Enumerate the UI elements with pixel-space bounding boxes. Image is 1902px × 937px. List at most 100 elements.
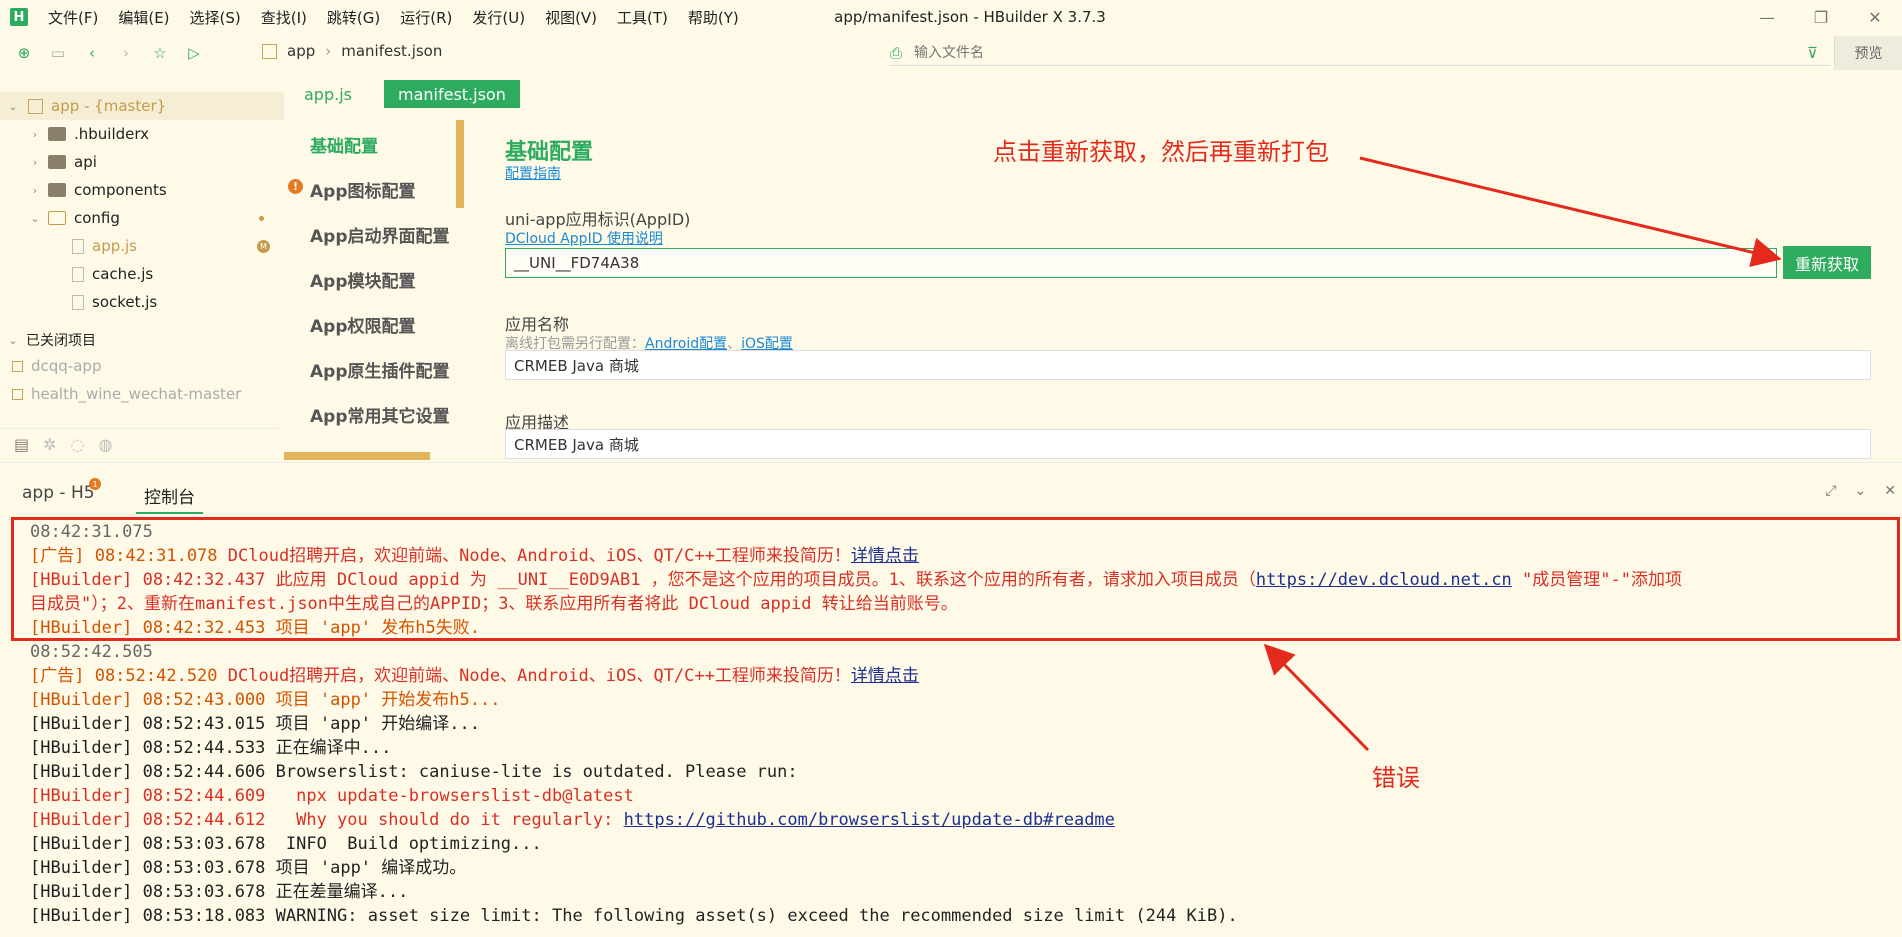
console-line: [HBuilder] 08:53:18.083 WARNING: asset s… xyxy=(30,904,1900,928)
menu-help[interactable]: 帮助(Y) xyxy=(688,7,739,28)
forward-icon[interactable]: › xyxy=(116,43,136,63)
nav-basic[interactable]: 基础配置 xyxy=(310,132,378,157)
chevron-right-icon: › xyxy=(325,42,332,60)
console-text: [广告] 08:52:42.520 xyxy=(30,666,228,686)
file-search-icon: ⎙ xyxy=(890,43,903,62)
tree-label: components xyxy=(74,181,167,199)
console-line: [HBuilder] 08:52:43.000 项目 'app' 开始发布h5.… xyxy=(30,688,1900,712)
closed-project-item[interactable]: dcqq-app xyxy=(0,352,284,380)
console-text: [HBuilder] 08:53:03.678 INFO Build optim… xyxy=(30,834,542,854)
console-text: [HBuilder] 08:52:44.533 正在编译中... xyxy=(30,738,392,758)
nav-native-plugins[interactable]: App原生插件配置 xyxy=(310,357,450,382)
new-file-icon[interactable]: ⊕ xyxy=(14,43,34,63)
menu-run[interactable]: 运行(R) xyxy=(400,7,452,28)
chevron-down-icon[interactable]: ⌄ xyxy=(6,100,20,113)
tab-app-js[interactable]: app.js xyxy=(290,80,366,108)
project-icon xyxy=(28,98,43,114)
console-link[interactable]: 详情点击 xyxy=(851,666,919,686)
appid-label: uni-app应用标识(AppID) xyxy=(505,210,691,229)
back-icon[interactable]: ‹ xyxy=(82,43,102,63)
menu-find[interactable]: 查找(I) xyxy=(261,7,307,28)
run-icon[interactable]: ▷ xyxy=(184,43,204,63)
modified-dot-icon xyxy=(259,215,264,221)
guide-link[interactable]: 配置指南 xyxy=(505,163,561,183)
tree-item-socket-js[interactable]: socket.js xyxy=(0,288,284,316)
file-icon xyxy=(72,238,84,254)
nav-app-icon[interactable]: App图标配置 xyxy=(310,177,416,202)
menu-tools[interactable]: 工具(T) xyxy=(617,7,668,28)
menu-goto[interactable]: 跳转(G) xyxy=(327,7,380,28)
nav-permissions[interactable]: App权限配置 xyxy=(310,312,416,337)
save-icon[interactable]: ▭ xyxy=(48,43,68,63)
console-link[interactable]: https://github.com/browserslist/update-d… xyxy=(624,810,1115,830)
refetch-appid-button[interactable]: 重新获取 xyxy=(1783,246,1871,279)
tree-label: dcqq-app xyxy=(31,357,102,375)
console-controls: ⤢ ⌄ ✕ xyxy=(1807,483,1896,499)
tree-item-api[interactable]: › api xyxy=(0,148,284,176)
app-name-field[interactable]: CRMEB Java 商城 xyxy=(505,350,1871,380)
console-text: DCloud招聘开启，欢迎前端、Node、Android、iOS、QT/C++工… xyxy=(227,666,851,686)
nav-other-settings[interactable]: App常用其它设置 xyxy=(310,402,450,427)
tree-item-app-js[interactable]: app.js M xyxy=(0,232,284,260)
closed-projects-header[interactable]: ⌄ 已关闭项目 xyxy=(0,326,284,354)
chevron-right-icon[interactable]: › xyxy=(28,156,42,169)
plugin-icon[interactable]: ◌ xyxy=(71,435,85,454)
nav-splash[interactable]: App启动界面配置 xyxy=(310,222,450,247)
tree-label: health_wine_wechat-master xyxy=(31,385,242,403)
chevron-down-icon[interactable]: ⌄ xyxy=(6,334,20,347)
console-line: [HBuilder] 08:53:03.678 项目 'app' 编译成功。 xyxy=(30,856,1900,880)
minimize-icon[interactable]: — xyxy=(1740,0,1794,34)
debug-icon[interactable]: ✲ xyxy=(43,435,56,454)
menu-select[interactable]: 选择(S) xyxy=(190,7,241,28)
maximize-panel-icon[interactable]: ⤢ xyxy=(1825,483,1836,499)
tab-app-h5[interactable]: app - H5 xyxy=(22,483,95,503)
console-text: 08:52:42.505 xyxy=(30,642,153,662)
console-text: [HBuilder] 08:53:03.678 正在差量编译... xyxy=(30,882,409,902)
app-desc-field[interactable]: CRMEB Java 商城 xyxy=(505,429,1871,459)
preview-button[interactable]: 预览 xyxy=(1834,36,1902,70)
tree-item-components[interactable]: › components xyxy=(0,176,284,204)
tree-label: api xyxy=(74,153,97,171)
file-search: ⎙ ⊽ xyxy=(890,40,1830,66)
maximize-icon[interactable]: ❐ xyxy=(1794,0,1848,34)
menu-publish[interactable]: 发行(U) xyxy=(472,7,525,28)
menu-file[interactable]: 文件(F) xyxy=(48,7,98,28)
close-icon[interactable]: ✕ xyxy=(1848,0,1902,34)
tree-label: app - {master} xyxy=(51,97,167,115)
tab-console[interactable]: 控制台 xyxy=(136,483,203,514)
app-name-label: 应用名称 xyxy=(505,315,570,334)
chevron-right-icon[interactable]: › xyxy=(28,128,42,141)
window-controls: — ❐ ✕ xyxy=(1740,0,1902,34)
breadcrumb-app[interactable]: app xyxy=(287,42,315,60)
appid-help-link[interactable]: DCloud AppID 使用说明 xyxy=(505,228,663,248)
tab-manifest-json[interactable]: manifest.json xyxy=(383,80,520,108)
explorer-icon[interactable]: ▤ xyxy=(14,435,29,454)
tree-label: cache.js xyxy=(92,265,154,283)
menu-edit[interactable]: 编辑(E) xyxy=(118,7,169,28)
title-bar: H 文件(F) 编辑(E) 选择(S) 查找(I) 跳转(G) 运行(R) 发行… xyxy=(0,0,1902,34)
close-panel-icon[interactable]: ✕ xyxy=(1884,483,1896,499)
console-line: [HBuilder] 08:52:43.015 项目 'app' 开始编译... xyxy=(30,712,1900,736)
file-search-input[interactable] xyxy=(914,44,1715,61)
globe-icon[interactable]: ◍ xyxy=(99,435,113,454)
console-line: [HBuilder] 08:52:44.612 Why you should d… xyxy=(30,808,1900,832)
project-explorer: ⌄ app - {master} › .hbuilderx › api › co… xyxy=(0,90,284,460)
chevron-down-icon[interactable]: ⌄ xyxy=(28,212,42,225)
tree-item-hbuilderx[interactable]: › .hbuilderx xyxy=(0,120,284,148)
tree-project-app[interactable]: ⌄ app - {master} xyxy=(0,92,284,120)
star-icon[interactable]: ☆ xyxy=(150,43,170,63)
chevron-down-icon[interactable]: ⌄ xyxy=(1855,483,1867,499)
closed-project-item[interactable]: health_wine_wechat-master xyxy=(0,380,284,408)
nav-scrollbar[interactable] xyxy=(456,120,464,208)
breadcrumb-file[interactable]: manifest.json xyxy=(341,42,442,60)
tree-item-cache-js[interactable]: cache.js xyxy=(0,260,284,288)
nav-hscrollbar[interactable] xyxy=(284,452,430,460)
nav-modules[interactable]: App模块配置 xyxy=(310,267,416,292)
tree-item-config[interactable]: ⌄ config xyxy=(0,204,284,232)
chevron-right-icon[interactable]: › xyxy=(28,184,42,197)
appid-field[interactable]: __UNI__FD74A38 xyxy=(505,248,1777,278)
folder-icon xyxy=(48,127,66,141)
filter-icon[interactable]: ⊽ xyxy=(1807,44,1818,62)
console-line: [HBuilder] 08:52:44.609 npx update-brows… xyxy=(30,784,1900,808)
menu-view[interactable]: 视图(V) xyxy=(545,7,597,28)
